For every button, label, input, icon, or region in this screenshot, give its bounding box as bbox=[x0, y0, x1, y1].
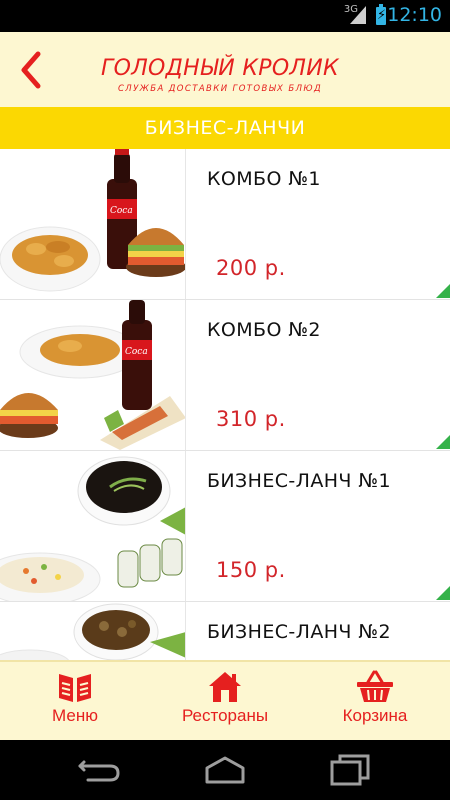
soup-rice-salad-rolls-image bbox=[0, 451, 186, 601]
mushroom-soup-salad-image bbox=[0, 602, 186, 660]
list-item[interactable]: Coca КОМБО №2 310 р. bbox=[0, 300, 450, 451]
nav-back-icon[interactable] bbox=[70, 752, 130, 788]
item-name: БИЗНЕС-ЛАНЧ №1 bbox=[207, 470, 391, 492]
bottom-tab-bar: Меню Рестораны Корзина bbox=[0, 660, 450, 740]
nav-recents-icon[interactable] bbox=[320, 752, 380, 788]
category-title: БИЗНЕС-ЛАНЧИ bbox=[144, 117, 306, 139]
corner-indicator bbox=[436, 586, 450, 600]
status-time: 12:10 bbox=[387, 4, 442, 26]
item-name: КОМБО №2 bbox=[207, 319, 321, 341]
tab-cart[interactable]: Корзина bbox=[300, 662, 450, 740]
brand-title: ГОЛОДНЫЙ КРОЛИК bbox=[101, 56, 339, 81]
basket-icon bbox=[357, 670, 393, 702]
list-item[interactable]: БИЗНЕС-ЛАНЧ №1 150 р. bbox=[0, 451, 450, 602]
battery-charging-icon: ⚡ bbox=[376, 4, 387, 25]
product-list[interactable]: Coca КОМБО №1 200 р. Coca КОМБО №2 310 р… bbox=[0, 149, 450, 660]
tab-label: Корзина bbox=[342, 706, 408, 725]
combo-burger-fries-wrap-cola-image: Coca bbox=[0, 300, 186, 450]
corner-indicator bbox=[436, 435, 450, 449]
brand-logo: ГОЛОДНЫЙ КРОЛИК СЛУЖБА ДОСТАВКИ ГОТОВЫХ … bbox=[70, 56, 370, 94]
item-name: КОМБО №1 bbox=[207, 168, 321, 190]
item-price: 150 р. bbox=[216, 558, 286, 582]
corner-indicator bbox=[436, 284, 450, 298]
home-icon bbox=[209, 672, 241, 702]
svg-text:Coca: Coca bbox=[125, 347, 148, 357]
list-item[interactable]: Coca КОМБО №1 200 р. bbox=[0, 149, 450, 300]
tab-menu[interactable]: Меню bbox=[0, 662, 150, 740]
system-nav-bar bbox=[0, 740, 450, 800]
svg-text:Coca: Coca bbox=[110, 206, 133, 216]
menu-book-icon bbox=[59, 674, 91, 702]
signal-icon bbox=[350, 6, 366, 24]
brand-subtitle: СЛУЖБА ДОСТАВКИ ГОТОВЫХ БЛЮД bbox=[117, 84, 323, 94]
app-header: ГОЛОДНЫЙ КРОЛИК СЛУЖБА ДОСТАВКИ ГОТОВЫХ … bbox=[0, 32, 450, 107]
back-arrow-icon[interactable] bbox=[14, 48, 50, 92]
nav-home-icon[interactable] bbox=[195, 752, 255, 788]
tab-label: Рестораны bbox=[181, 706, 269, 725]
item-price: 200 р. bbox=[216, 256, 286, 280]
tab-restaurants[interactable]: Рестораны bbox=[150, 662, 300, 740]
category-bar: БИЗНЕС-ЛАНЧИ bbox=[0, 107, 450, 149]
list-item[interactable]: БИЗНЕС-ЛАНЧ №2 bbox=[0, 602, 450, 660]
status-bar: 3G ⚡ 12:10 bbox=[0, 0, 450, 32]
item-price: 310 р. bbox=[216, 407, 286, 431]
tab-label: Меню bbox=[52, 706, 98, 725]
combo-fries-burger-cola-image: Coca bbox=[0, 149, 186, 299]
item-name: БИЗНЕС-ЛАНЧ №2 bbox=[207, 621, 391, 643]
